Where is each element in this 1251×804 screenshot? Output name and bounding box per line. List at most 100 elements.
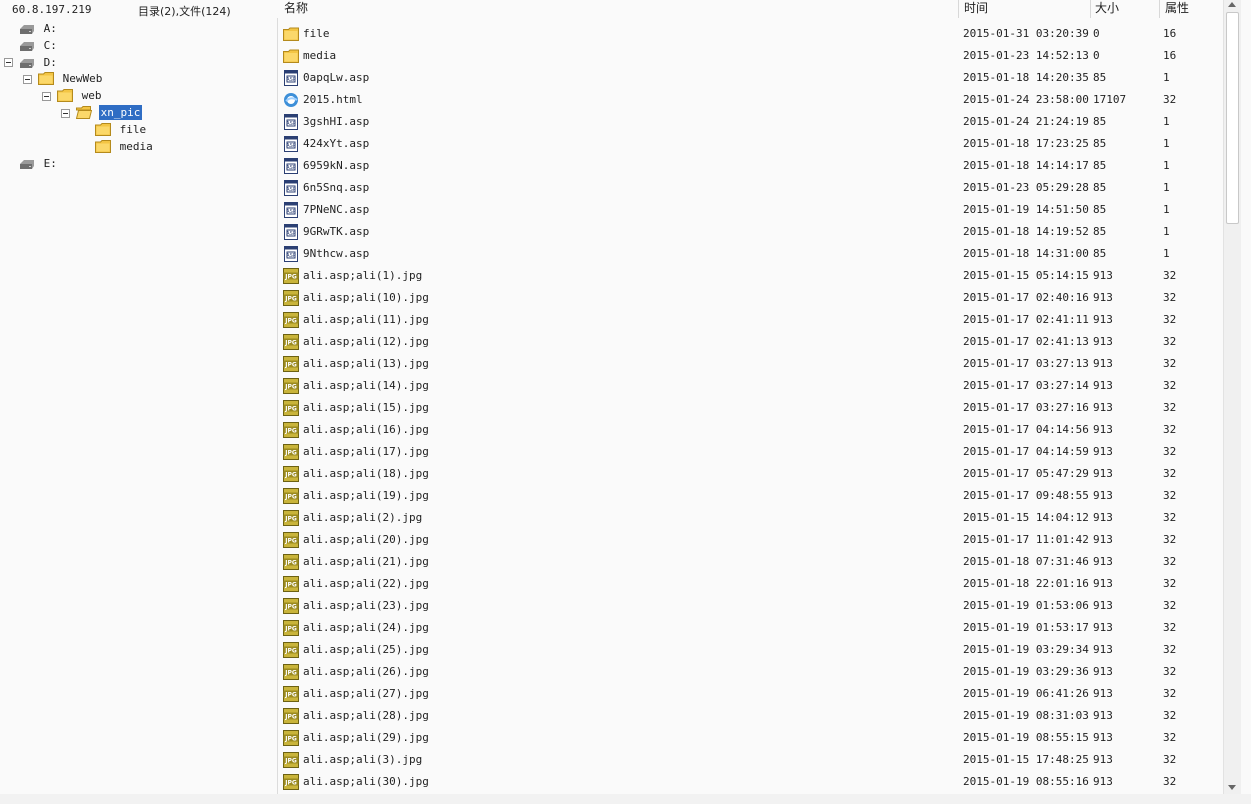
file-row[interactable]: JPG ali.asp;ali(1).jpg 2015-01-15 05:14:15…	[278, 265, 1223, 287]
tree-folder-file[interactable]: file	[95, 122, 148, 138]
tree-folder-web[interactable]: web	[57, 88, 104, 104]
file-name: ali.asp;ali(25).jpg	[303, 643, 429, 656]
file-row[interactable]: JPG ali.asp;ali(19).jpg 2015-01-17 09:48:5…	[278, 485, 1223, 507]
file-size: 913	[1093, 599, 1113, 612]
asp-file-icon: ASP	[283, 224, 299, 240]
file-size: 85	[1093, 115, 1107, 128]
file-size: 85	[1093, 159, 1107, 172]
file-row[interactable]: 2015.html 2015-01-24 23:58:00 17107 32	[278, 89, 1223, 111]
svg-text:JPG: JPG	[284, 604, 297, 611]
file-size: 913	[1093, 511, 1113, 524]
file-row[interactable]: ASP 7PNeNC.asp 2015-01-19 14:51:50 85 1	[278, 199, 1223, 221]
tree-drive-c[interactable]: C:	[19, 38, 59, 54]
tree-drive-e[interactable]: E:	[19, 156, 59, 172]
asp-file-icon: ASP	[283, 114, 299, 130]
svg-text:JPG: JPG	[284, 296, 297, 303]
collapse-toggle[interactable]	[61, 109, 70, 118]
svg-text:ASP: ASP	[286, 253, 296, 259]
file-row[interactable]: JPG ali.asp;ali(23).jpg 2015-01-19 01:53:0…	[278, 595, 1223, 617]
file-name: file	[303, 27, 330, 40]
file-row[interactable]: JPG ali.asp;ali(14).jpg 2015-01-17 03:27:1…	[278, 375, 1223, 397]
scroll-down-arrow-icon[interactable]	[1228, 785, 1236, 790]
jpg-file-icon: JPG	[283, 598, 299, 614]
file-size: 913	[1093, 335, 1113, 348]
file-row[interactable]: JPG ali.asp;ali(29).jpg 2015-01-19 08:55:1…	[278, 727, 1223, 749]
tree-drive-d[interactable]: D:	[19, 55, 59, 71]
file-row[interactable]: JPG ali.asp;ali(10).jpg 2015-01-17 02:40:1…	[278, 287, 1223, 309]
file-row[interactable]: JPG ali.asp;ali(3).jpg 2015-01-15 17:48:25…	[278, 749, 1223, 771]
file-size: 0	[1093, 27, 1100, 40]
tree-drive-a[interactable]: A:	[19, 21, 59, 37]
file-row[interactable]: ASP 3gshHI.asp 2015-01-24 21:24:19 85 1	[278, 111, 1223, 133]
column-header-time[interactable]: 时间	[964, 1, 988, 17]
file-row[interactable]: JPG ali.asp;ali(26).jpg 2015-01-19 03:29:3…	[278, 661, 1223, 683]
folder-icon	[283, 26, 299, 42]
scrollbar-thumb[interactable]	[1226, 12, 1239, 224]
tree-folder-newweb[interactable]: NewWeb	[38, 71, 104, 87]
file-name: 6959kN.asp	[303, 159, 370, 172]
header-bar: 60.8.197.219 目录(2),文件(124) 名称 时间 大小 属性	[0, 0, 1251, 18]
column-separator[interactable]	[958, 0, 959, 18]
column-header-size[interactable]: 大小	[1095, 1, 1119, 17]
file-row[interactable]: JPG ali.asp;ali(20).jpg 2015-01-17 11:01:4…	[278, 529, 1223, 551]
tree-label: file	[119, 123, 147, 136]
file-attr: 32	[1163, 621, 1177, 634]
svg-text:JPG: JPG	[284, 362, 297, 369]
svg-text:ASP: ASP	[286, 121, 296, 127]
file-time: 2015-01-17 09:48:55	[963, 489, 1089, 502]
collapse-toggle[interactable]	[23, 75, 32, 84]
file-attr: 1	[1163, 181, 1170, 194]
file-row[interactable]: file 2015-01-31 03:20:39 0 16	[278, 23, 1223, 45]
vertical-scrollbar[interactable]	[1223, 0, 1241, 794]
file-row[interactable]: JPG ali.asp;ali(28).jpg 2015-01-19 08:31:0…	[278, 705, 1223, 727]
file-row[interactable]: JPG ali.asp;ali(25).jpg 2015-01-19 03:29:3…	[278, 639, 1223, 661]
file-row[interactable]: JPG ali.asp;ali(2).jpg 2015-01-15 14:04:12…	[278, 507, 1223, 529]
file-row[interactable]: JPG ali.asp;ali(21).jpg 2015-01-18 07:31:4…	[278, 551, 1223, 573]
drive-icon	[19, 159, 35, 169]
file-row[interactable]: ASP 6n5Snq.asp 2015-01-23 05:29:28 85 1	[278, 177, 1223, 199]
file-name: ali.asp;ali(20).jpg	[303, 533, 429, 546]
file-row[interactable]: ASP 6959kN.asp 2015-01-18 14:14:17 85 1	[278, 155, 1223, 177]
file-row[interactable]: ASP 9Nthcw.asp 2015-01-18 14:31:00 85 1	[278, 243, 1223, 265]
collapse-toggle[interactable]	[42, 92, 51, 101]
file-row[interactable]: JPG ali.asp;ali(11).jpg 2015-01-17 02:41:1…	[278, 309, 1223, 331]
file-size: 913	[1093, 489, 1113, 502]
file-row[interactable]: JPG ali.asp;ali(24).jpg 2015-01-19 01:53:1…	[278, 617, 1223, 639]
collapse-toggle[interactable]	[4, 58, 13, 67]
file-name: ali.asp;ali(28).jpg	[303, 709, 429, 722]
column-separator[interactable]	[1159, 0, 1160, 18]
file-row[interactable]: ASP 424xYt.asp 2015-01-18 17:23:25 85 1	[278, 133, 1223, 155]
file-attr: 32	[1163, 357, 1177, 370]
scroll-up-arrow-icon[interactable]	[1228, 2, 1236, 7]
file-name: ali.asp;ali(19).jpg	[303, 489, 429, 502]
file-attr: 32	[1163, 335, 1177, 348]
tree-folder-media[interactable]: media	[95, 139, 155, 155]
file-time: 2015-01-18 14:14:17	[963, 159, 1089, 172]
file-row[interactable]: JPG ali.asp;ali(13).jpg 2015-01-17 03:27:1…	[278, 353, 1223, 375]
file-row[interactable]: JPG ali.asp;ali(18).jpg 2015-01-17 05:47:2…	[278, 463, 1223, 485]
column-header-attr[interactable]: 属性	[1165, 1, 1189, 17]
file-attr: 1	[1163, 137, 1170, 150]
svg-text:JPG: JPG	[284, 692, 297, 699]
drive-icon	[19, 24, 35, 34]
file-size: 913	[1093, 687, 1113, 700]
file-row[interactable]: JPG ali.asp;ali(30).jpg 2015-01-19 08:55:1…	[278, 771, 1223, 793]
file-row[interactable]: JPG ali.asp;ali(17).jpg 2015-01-17 04:14:5…	[278, 441, 1223, 463]
file-attr: 1	[1163, 247, 1170, 260]
file-row[interactable]: JPG ali.asp;ali(15).jpg 2015-01-17 03:27:1…	[278, 397, 1223, 419]
column-separator[interactable]	[1090, 0, 1091, 18]
column-header-name[interactable]: 名称	[284, 1, 308, 17]
file-row[interactable]: ASP 0apqLw.asp 2015-01-18 14:20:35 85 1	[278, 67, 1223, 89]
directory-tree: A: C: D: NewWeb web xn_pic file media E:	[0, 18, 277, 804]
asp-file-icon: ASP	[283, 202, 299, 218]
file-row[interactable]: JPG ali.asp;ali(16).jpg 2015-01-17 04:14:5…	[278, 419, 1223, 441]
file-row[interactable]: JPG ali.asp;ali(27).jpg 2015-01-19 06:41:2…	[278, 683, 1223, 705]
file-row[interactable]: media 2015-01-23 14:52:13 0 16	[278, 45, 1223, 67]
folder-icon	[95, 140, 111, 153]
svg-text:JPG: JPG	[284, 670, 297, 677]
file-row[interactable]: ASP 9GRwTK.asp 2015-01-18 14:19:52 85 1	[278, 221, 1223, 243]
tree-folder-xn-pic[interactable]: xn_pic	[75, 105, 143, 121]
file-row[interactable]: JPG ali.asp;ali(22).jpg 2015-01-18 22:01:1…	[278, 573, 1223, 595]
file-row[interactable]: JPG ali.asp;ali(12).jpg 2015-01-17 02:41:1…	[278, 331, 1223, 353]
jpg-file-icon: JPG	[283, 664, 299, 680]
